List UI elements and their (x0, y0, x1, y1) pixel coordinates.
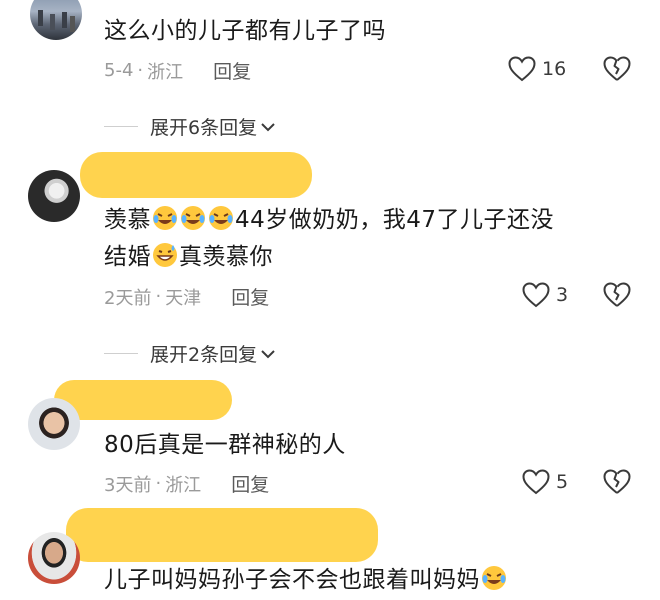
comment-location: 浙江 (147, 61, 184, 83)
broken-heart-icon[interactable] (603, 56, 631, 82)
comment-date: 5-4 (104, 60, 134, 81)
reply-button[interactable]: 回复 (213, 57, 251, 84)
heart-icon (508, 56, 536, 82)
heart-icon (522, 469, 550, 495)
expand-replies-button[interactable]: 展开6条回复 (104, 113, 276, 140)
reply-button[interactable]: 回复 (231, 283, 269, 310)
avatar[interactable] (30, 0, 82, 40)
laugh-cry-emoji (209, 206, 233, 230)
laugh-cry-emoji (482, 566, 506, 590)
grin-sweat-emoji (153, 243, 177, 267)
chevron-down-icon (261, 122, 275, 131)
expand-replies-button[interactable]: 展开2条回复 (104, 340, 276, 367)
laugh-cry-emoji (153, 206, 177, 230)
like-count: 3 (556, 284, 569, 306)
comment-text-part: 羡慕 (104, 207, 151, 233)
comment-location: 天津 (165, 287, 202, 309)
chevron-down-icon (261, 349, 275, 358)
broken-heart-icon[interactable] (603, 469, 631, 495)
avatar[interactable] (28, 398, 80, 450)
username-redaction (80, 152, 312, 198)
expand-label: 展开2条回复 (150, 344, 258, 366)
comment-meta: 5-4 · 浙江 回复 (104, 57, 251, 84)
comment-text-part: 儿子叫妈妈孙子会不会也跟着叫妈妈 (104, 567, 480, 593)
username-redaction (66, 508, 378, 562)
reply-button[interactable]: 回复 (231, 470, 269, 497)
meta-separator: · (155, 473, 162, 494)
comment-text-part: 真羡慕你 (179, 244, 273, 270)
comment-text-part: 结婚 (104, 244, 151, 270)
comment-location: 浙江 (165, 474, 202, 496)
comment-text-line2: 结婚 真羡慕你 (104, 240, 273, 274)
comment-text: 这么小的儿子都有儿子了吗 (104, 18, 386, 44)
comment-text: 羡慕 44岁做奶奶，我47了儿子还没 (104, 203, 644, 237)
divider (104, 353, 138, 354)
comment-date: 2天前 (104, 287, 152, 309)
divider (104, 126, 138, 127)
avatar[interactable] (28, 532, 80, 584)
comment-date: 3天前 (104, 474, 152, 496)
like-button[interactable]: 3 (522, 282, 568, 308)
broken-heart-icon[interactable] (603, 282, 631, 308)
comment-text: 80后真是一群神秘的人 (104, 432, 346, 458)
comment-meta: 2天前 · 天津 回复 (104, 283, 269, 310)
like-button[interactable]: 16 (508, 56, 566, 82)
like-count: 16 (542, 58, 567, 80)
comment-meta: 3天前 · 浙江 回复 (104, 470, 269, 497)
avatar[interactable] (28, 170, 80, 222)
like-count: 5 (556, 471, 569, 493)
comment-text: 儿子叫妈妈孙子会不会也跟着叫妈妈 (104, 563, 508, 597)
like-button[interactable]: 5 (522, 469, 568, 495)
meta-separator: · (137, 60, 144, 81)
laugh-cry-emoji (181, 206, 205, 230)
heart-icon (522, 282, 550, 308)
comment-text-part: 44岁做奶奶，我47了儿子还没 (235, 207, 555, 233)
expand-label: 展开6条回复 (150, 117, 258, 139)
meta-separator: · (155, 286, 162, 307)
username-redaction (54, 380, 232, 420)
